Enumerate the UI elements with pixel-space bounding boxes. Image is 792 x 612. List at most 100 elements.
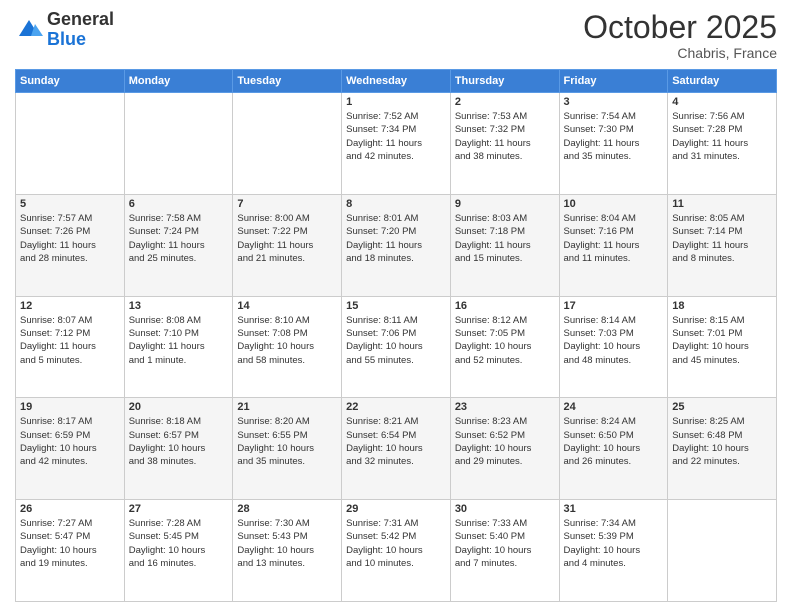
- day-header-tuesday: Tuesday: [233, 70, 342, 93]
- calendar-cell: 20 Sunrise: 8:18 AM Sunset: 6:57 PM Dayli…: [124, 398, 233, 500]
- day-info: Sunrise: 8:10 AM Sunset: 7:08 PM Dayligh…: [237, 314, 337, 367]
- day-info: Sunrise: 8:00 AM Sunset: 7:22 PM Dayligh…: [237, 212, 337, 265]
- day-info: Sunrise: 8:20 AM Sunset: 6:55 PM Dayligh…: [237, 415, 337, 468]
- location-subtitle: Chabris, France: [583, 45, 777, 61]
- calendar-cell: 6 Sunrise: 7:58 AM Sunset: 7:24 PM Daylig…: [124, 194, 233, 296]
- calendar-cell: 4Sunrise: 7:56 AM Sunset: 7:28 PM Daylig…: [668, 93, 777, 195]
- day-number: 4: [672, 96, 772, 108]
- calendar-cell: [16, 93, 125, 195]
- day-info: Sunrise: 8:15 AM Sunset: 7:01 PM Dayligh…: [672, 314, 772, 367]
- day-number: 29: [346, 503, 446, 515]
- day-header-thursday: Thursday: [450, 70, 559, 93]
- day-info: Sunrise: 7:33 AM Sunset: 5:40 PM Dayligh…: [455, 517, 555, 570]
- day-number: 23: [455, 401, 555, 413]
- week-row-5: 26 Sunrise: 7:27 AM Sunset: 5:47 PM Dayli…: [16, 500, 777, 602]
- calendar-cell: 27Sunrise: 7:28 AM Sunset: 5:45 PM Dayli…: [124, 500, 233, 602]
- day-info: Sunrise: 8:25 AM Sunset: 6:48 PM Dayligh…: [672, 415, 772, 468]
- calendar-cell: 16 Sunrise: 8:12 AM Sunset: 7:05 PM Dayli…: [450, 296, 559, 398]
- day-number: 26: [20, 503, 120, 515]
- day-header-monday: Monday: [124, 70, 233, 93]
- calendar-cell: 12Sunrise: 8:07 AM Sunset: 7:12 PM Dayli…: [16, 296, 125, 398]
- day-info: Sunrise: 7:31 AM Sunset: 5:42 PM Dayligh…: [346, 517, 446, 570]
- day-info: Sunrise: 7:28 AM Sunset: 5:45 PM Dayligh…: [129, 517, 229, 570]
- calendar-cell: 22Sunrise: 8:21 AM Sunset: 6:54 PM Dayli…: [342, 398, 451, 500]
- day-info: Sunrise: 8:14 AM Sunset: 7:03 PM Dayligh…: [564, 314, 664, 367]
- day-number: 11: [672, 198, 772, 210]
- calendar-cell: 11 Sunrise: 8:05 AM Sunset: 7:14 PM Dayli…: [668, 194, 777, 296]
- day-number: 30: [455, 503, 555, 515]
- header: General Blue October 2025 Chabris, Franc…: [15, 10, 777, 61]
- week-row-1: 1Sunrise: 7:52 AM Sunset: 7:34 PM Daylig…: [16, 93, 777, 195]
- day-info: Sunrise: 8:08 AM Sunset: 7:10 PM Dayligh…: [129, 314, 229, 367]
- page: General Blue October 2025 Chabris, Franc…: [0, 0, 792, 612]
- day-info: Sunrise: 8:11 AM Sunset: 7:06 PM Dayligh…: [346, 314, 446, 367]
- day-number: 15: [346, 300, 446, 312]
- logo-icon: [15, 16, 43, 44]
- day-number: 5: [20, 198, 120, 210]
- day-number: 19: [20, 401, 120, 413]
- day-info: Sunrise: 8:23 AM Sunset: 6:52 PM Dayligh…: [455, 415, 555, 468]
- day-number: 17: [564, 300, 664, 312]
- day-info: Sunrise: 8:04 AM Sunset: 7:16 PM Dayligh…: [564, 212, 664, 265]
- day-info: Sunrise: 7:54 AM Sunset: 7:30 PM Dayligh…: [564, 110, 664, 163]
- day-number: 7: [237, 198, 337, 210]
- logo-general: General: [47, 10, 114, 30]
- day-number: 21: [237, 401, 337, 413]
- day-number: 18: [672, 300, 772, 312]
- day-number: 24: [564, 401, 664, 413]
- day-info: Sunrise: 8:01 AM Sunset: 7:20 PM Dayligh…: [346, 212, 446, 265]
- calendar-cell: 1Sunrise: 7:52 AM Sunset: 7:34 PM Daylig…: [342, 93, 451, 195]
- calendar-cell: 5 Sunrise: 7:57 AM Sunset: 7:26 PM Daylig…: [16, 194, 125, 296]
- calendar-table: SundayMondayTuesdayWednesdayThursdayFrid…: [15, 69, 777, 602]
- calendar-cell: 9Sunrise: 8:03 AM Sunset: 7:18 PM Daylig…: [450, 194, 559, 296]
- calendar-cell: [668, 500, 777, 602]
- logo: General Blue: [15, 10, 114, 50]
- day-info: Sunrise: 8:05 AM Sunset: 7:14 PM Dayligh…: [672, 212, 772, 265]
- calendar-cell: 13 Sunrise: 8:08 AM Sunset: 7:10 PM Dayli…: [124, 296, 233, 398]
- day-info: Sunrise: 8:24 AM Sunset: 6:50 PM Dayligh…: [564, 415, 664, 468]
- week-row-2: 5 Sunrise: 7:57 AM Sunset: 7:26 PM Daylig…: [16, 194, 777, 296]
- calendar-cell: 3 Sunrise: 7:54 AM Sunset: 7:30 PM Daylig…: [559, 93, 668, 195]
- day-number: 3: [564, 96, 664, 108]
- calendar-cell: 8Sunrise: 8:01 AM Sunset: 7:20 PM Daylig…: [342, 194, 451, 296]
- day-header-wednesday: Wednesday: [342, 70, 451, 93]
- day-number: 20: [129, 401, 229, 413]
- day-header-sunday: Sunday: [16, 70, 125, 93]
- calendar-header-row: SundayMondayTuesdayWednesdayThursdayFrid…: [16, 70, 777, 93]
- week-row-4: 19 Sunrise: 8:17 AM Sunset: 6:59 PM Dayli…: [16, 398, 777, 500]
- calendar-cell: 21 Sunrise: 8:20 AM Sunset: 6:55 PM Dayli…: [233, 398, 342, 500]
- calendar-cell: 17 Sunrise: 8:14 AM Sunset: 7:03 PM Dayli…: [559, 296, 668, 398]
- day-number: 6: [129, 198, 229, 210]
- day-info: Sunrise: 7:57 AM Sunset: 7:26 PM Dayligh…: [20, 212, 120, 265]
- calendar-cell: 7 Sunrise: 8:00 AM Sunset: 7:22 PM Daylig…: [233, 194, 342, 296]
- week-row-3: 12Sunrise: 8:07 AM Sunset: 7:12 PM Dayli…: [16, 296, 777, 398]
- month-title: October 2025: [583, 10, 777, 45]
- calendar-cell: 18 Sunrise: 8:15 AM Sunset: 7:01 PM Dayli…: [668, 296, 777, 398]
- day-number: 9: [455, 198, 555, 210]
- day-number: 14: [237, 300, 337, 312]
- calendar-cell: 29 Sunrise: 7:31 AM Sunset: 5:42 PM Dayli…: [342, 500, 451, 602]
- calendar-cell: 19 Sunrise: 8:17 AM Sunset: 6:59 PM Dayli…: [16, 398, 125, 500]
- day-number: 25: [672, 401, 772, 413]
- calendar-cell: [124, 93, 233, 195]
- day-number: 13: [129, 300, 229, 312]
- day-info: Sunrise: 7:34 AM Sunset: 5:39 PM Dayligh…: [564, 517, 664, 570]
- calendar-cell: 30 Sunrise: 7:33 AM Sunset: 5:40 PM Dayli…: [450, 500, 559, 602]
- calendar-cell: 14 Sunrise: 8:10 AM Sunset: 7:08 PM Dayli…: [233, 296, 342, 398]
- day-info: Sunrise: 7:58 AM Sunset: 7:24 PM Dayligh…: [129, 212, 229, 265]
- logo-blue: Blue: [47, 30, 114, 50]
- title-block: October 2025 Chabris, France: [583, 10, 777, 61]
- calendar-cell: 2Sunrise: 7:53 AM Sunset: 7:32 PM Daylig…: [450, 93, 559, 195]
- day-number: 31: [564, 503, 664, 515]
- calendar-cell: 28Sunrise: 7:30 AM Sunset: 5:43 PM Dayli…: [233, 500, 342, 602]
- calendar-cell: 10Sunrise: 8:04 AM Sunset: 7:16 PM Dayli…: [559, 194, 668, 296]
- day-info: Sunrise: 7:27 AM Sunset: 5:47 PM Dayligh…: [20, 517, 120, 570]
- day-number: 22: [346, 401, 446, 413]
- day-info: Sunrise: 8:18 AM Sunset: 6:57 PM Dayligh…: [129, 415, 229, 468]
- day-info: Sunrise: 8:12 AM Sunset: 7:05 PM Dayligh…: [455, 314, 555, 367]
- day-info: Sunrise: 8:17 AM Sunset: 6:59 PM Dayligh…: [20, 415, 120, 468]
- calendar-cell: 24 Sunrise: 8:24 AM Sunset: 6:50 PM Dayli…: [559, 398, 668, 500]
- day-info: Sunrise: 8:07 AM Sunset: 7:12 PM Dayligh…: [20, 314, 120, 367]
- day-number: 16: [455, 300, 555, 312]
- day-info: Sunrise: 7:52 AM Sunset: 7:34 PM Dayligh…: [346, 110, 446, 163]
